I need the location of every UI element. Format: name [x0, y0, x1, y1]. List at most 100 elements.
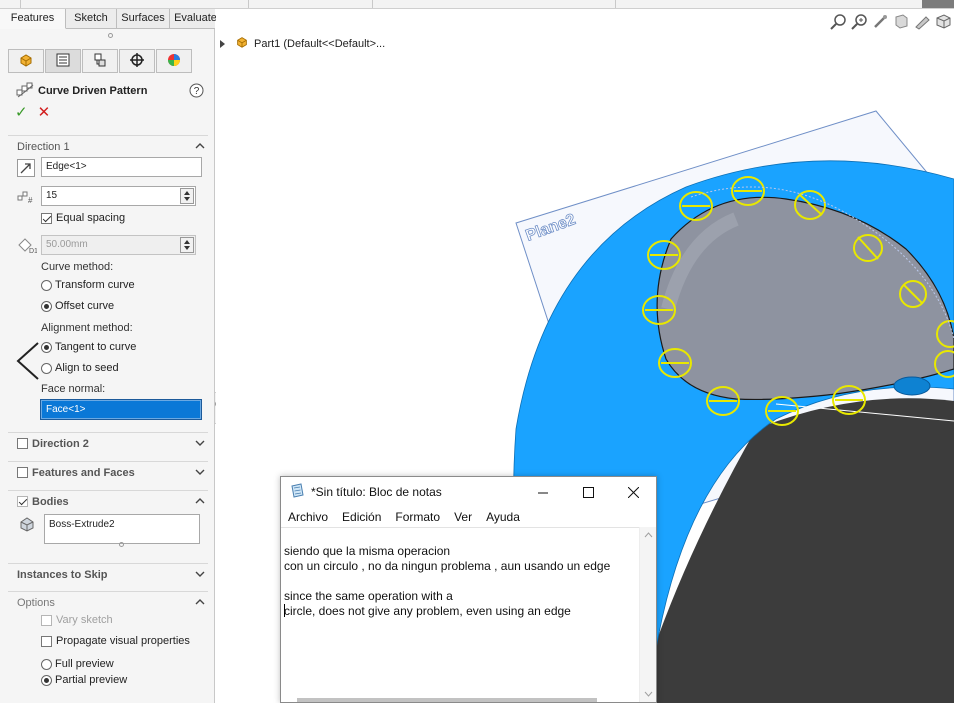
maximize-button[interactable] [565, 477, 611, 507]
direction2-group-header[interactable]: Direction 2 [8, 432, 208, 454]
panel-splitter-handle[interactable] [108, 33, 113, 38]
menu-edicion[interactable]: Edición [335, 510, 388, 524]
bodies-label: Bodies [32, 495, 69, 508]
help-icon[interactable]: ? [189, 83, 204, 101]
cancel-button[interactable]: ✕ [38, 105, 51, 121]
offset-curve-radio[interactable]: Offset curve [41, 300, 114, 312]
notepad-titlebar[interactable]: *Sin título: Bloc de notas [281, 477, 656, 507]
menu-archivo[interactable]: Archivo [281, 510, 335, 524]
page-title: Curve Driven Pattern [38, 85, 148, 97]
checkbox-box[interactable] [41, 635, 52, 647]
view-orientation-icon[interactable] [935, 13, 952, 30]
chevron-down-icon [195, 469, 205, 475]
text-line: con un circulo , no da ningun problema ,… [284, 559, 611, 573]
notepad-text-area[interactable]: siendo que la misma operacion con un circ… [281, 527, 639, 702]
close-button[interactable] [610, 477, 656, 507]
crosshair-icon [129, 52, 145, 71]
direction-arrow-icon[interactable] [17, 159, 35, 180]
tab-evaluate[interactable]: Evaluate [170, 9, 222, 29]
instances-spin-buttons[interactable] [180, 188, 194, 204]
dynamic-annotation-icon[interactable] [914, 13, 931, 30]
equal-spacing-label: Equal spacing [56, 212, 126, 224]
equal-spacing-checkbox[interactable]: Equal spacing [41, 212, 125, 224]
text-line: since the same operation with a [284, 589, 453, 603]
property-manager-tab-button[interactable] [45, 49, 81, 73]
radio-circle[interactable] [41, 362, 52, 374]
zoom-to-area-icon[interactable] [851, 13, 868, 30]
radio-circle[interactable] [41, 674, 52, 686]
feature-manager-panel: Features Sketch Surfaces Evaluate Curve … [0, 9, 222, 703]
close-icon [627, 486, 639, 498]
notepad-window[interactable]: *Sin título: Bloc de notas Archivo Edici… [280, 476, 657, 703]
radio-circle[interactable] [41, 658, 52, 670]
face-normal-field[interactable]: Face<1> [40, 399, 202, 420]
direction2-label: Direction 2 [32, 437, 89, 450]
checkbox-box[interactable] [41, 212, 52, 224]
expand-triangle-icon[interactable] [220, 39, 225, 48]
vary-sketch-checkbox: Vary sketch [41, 614, 113, 626]
zoom-to-fit-icon[interactable] [830, 13, 847, 30]
toolbar-separator [615, 0, 616, 8]
text-line: circle, does not give any problem, even … [284, 604, 571, 618]
chevron-down-icon [195, 571, 205, 577]
bodies-checkbox[interactable] [17, 496, 28, 507]
part-icon [235, 35, 249, 52]
instances-spinbox[interactable]: 15 [41, 186, 196, 206]
options-group-header[interactable]: Options [8, 591, 208, 613]
bodies-group-header[interactable]: Bodies [8, 490, 208, 512]
chevron-up-icon [195, 599, 205, 605]
section-view-icon[interactable] [893, 13, 910, 30]
features-and-faces-checkbox[interactable] [17, 467, 28, 478]
ok-cancel-bar: ✓ ✕ [15, 105, 50, 121]
full-preview-radio[interactable]: Full preview [41, 658, 114, 670]
scroll-up-icon[interactable] [644, 532, 653, 538]
tab-sketch[interactable]: Sketch [66, 9, 117, 29]
feature-tree-root[interactable]: Part1 (Default<<Default>... [220, 35, 385, 52]
menu-formato[interactable]: Formato [388, 510, 447, 524]
previous-view-icon[interactable] [872, 13, 889, 30]
svg-text:#: # [28, 196, 33, 205]
horizontal-scrollbar-thumb[interactable] [297, 698, 597, 702]
direction1-group-header[interactable]: Direction 1 [8, 135, 208, 157]
chevron-left-icon[interactable] [14, 341, 42, 381]
tangent-to-curve-radio[interactable]: Tangent to curve [41, 341, 136, 353]
partial-preview-label: Partial preview [55, 674, 128, 686]
radio-circle[interactable] [41, 279, 52, 291]
spacing-value: 50.00mm [46, 239, 88, 250]
radio-circle[interactable] [41, 341, 52, 353]
configuration-manager-tab-button[interactable] [82, 49, 118, 73]
curve-method-label: Curve method: [41, 261, 114, 273]
curve-driven-pattern-icon [16, 82, 34, 101]
checkbox-box [41, 614, 52, 626]
heads-up-toolbar [830, 13, 952, 30]
tab-surfaces[interactable]: Surfaces [117, 9, 170, 29]
direction2-checkbox[interactable] [17, 438, 28, 449]
radio-circle[interactable] [41, 300, 52, 312]
bodies-list-item[interactable]: Boss-Extrude2 [49, 519, 115, 530]
features-and-faces-group-header[interactable]: Features and Faces [8, 461, 208, 483]
partial-preview-radio[interactable]: Partial preview [41, 674, 127, 686]
direction1-edge-field[interactable]: Edge<1> [41, 157, 202, 177]
scroll-down-icon[interactable] [644, 691, 653, 697]
minimize-button[interactable] [520, 477, 566, 507]
transform-curve-radio[interactable]: Transform curve [41, 279, 135, 291]
propagate-visual-properties-checkbox[interactable]: Propagate visual properties [41, 635, 190, 647]
ok-button[interactable]: ✓ [15, 105, 28, 121]
transform-curve-label: Transform curve [55, 279, 135, 291]
property-list-icon [55, 52, 71, 71]
features-and-faces-label: Features and Faces [32, 466, 135, 479]
tab-features[interactable]: Features [0, 9, 66, 29]
notepad-menubar: Archivo Edición Formato Ver Ayuda [281, 507, 656, 527]
feature-manager-tab-button[interactable] [8, 49, 44, 73]
menu-ver[interactable]: Ver [447, 510, 479, 524]
menu-ayuda[interactable]: Ayuda [479, 510, 527, 524]
display-manager-tab-button[interactable] [156, 49, 192, 73]
vertical-scrollbar[interactable] [639, 527, 656, 702]
bodies-selection-list[interactable]: Boss-Extrude2 [44, 514, 200, 544]
dimxpert-tab-button[interactable] [119, 49, 155, 73]
list-resize-handle[interactable] [119, 542, 124, 547]
align-to-seed-radio[interactable]: Align to seed [41, 362, 119, 374]
top-toolbar-strip [0, 0, 954, 9]
part-icon [18, 52, 34, 71]
instances-to-skip-group-header[interactable]: Instances to Skip [8, 563, 208, 585]
